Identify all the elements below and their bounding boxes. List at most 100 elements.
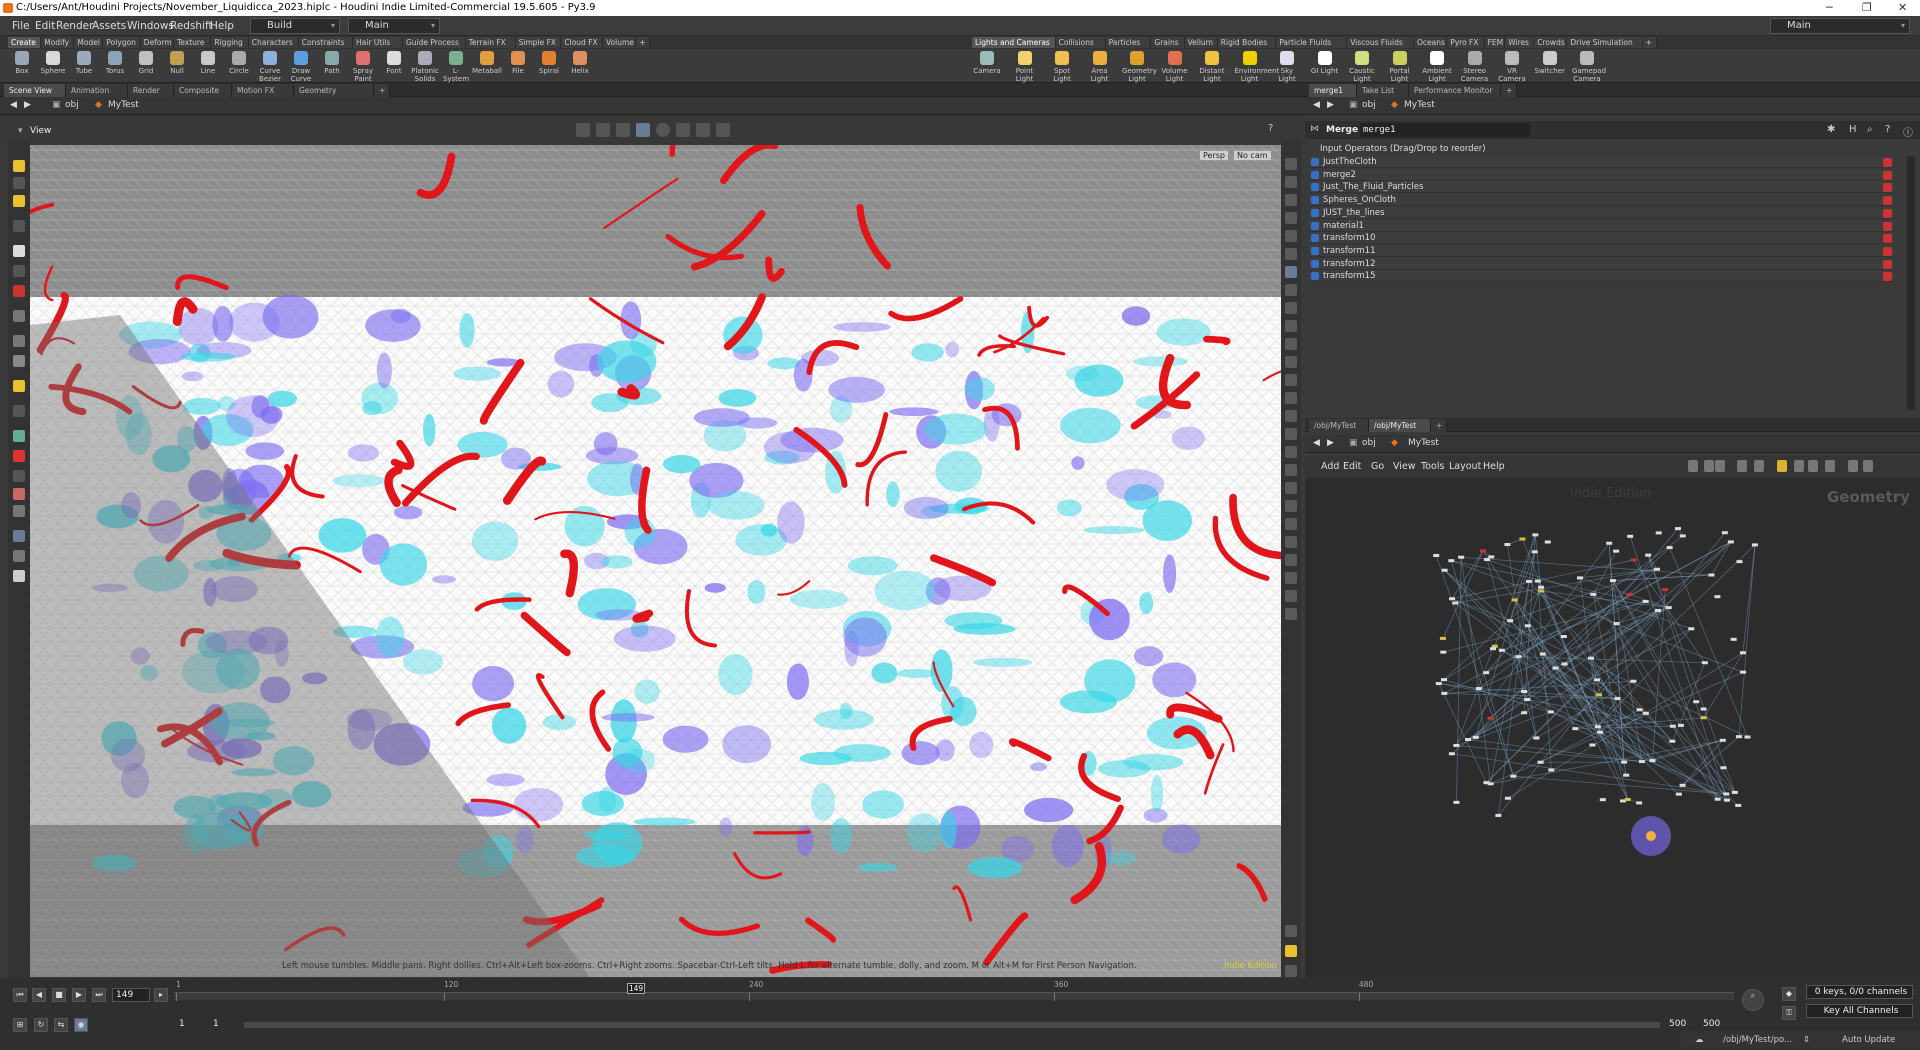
network-node[interactable] xyxy=(1642,599,1649,603)
shelf-tab-drive-simulation[interactable]: Drive Simulation xyxy=(1567,37,1643,48)
forward-icon[interactable]: ▶ xyxy=(1327,438,1334,448)
main-dropdown[interactable]: Main ▾ xyxy=(1770,18,1910,34)
network-node[interactable] xyxy=(1727,540,1734,544)
network-menu-view[interactable]: View xyxy=(1393,461,1416,472)
network-node[interactable] xyxy=(1547,710,1554,714)
input-row[interactable]: Just_The_Fluid_Particles xyxy=(1309,181,1894,194)
network-node[interactable] xyxy=(1560,635,1567,639)
network-node[interactable] xyxy=(1548,768,1555,772)
network-node[interactable] xyxy=(1525,579,1532,583)
add-tab-button[interactable]: + xyxy=(1431,419,1447,432)
path-mytest[interactable]: MyTest xyxy=(1404,100,1435,110)
shelf-tab-pyro-fx[interactable]: Pyro FX xyxy=(1447,37,1485,48)
keyframe-icon[interactable]: ◆ xyxy=(1782,987,1796,1001)
current-frame-field[interactable]: 149 xyxy=(112,988,150,1002)
network-node[interactable] xyxy=(1519,537,1526,541)
minimize-button[interactable]: ─ xyxy=(1826,0,1833,16)
remove-input-icon[interactable] xyxy=(1883,170,1892,180)
tool-area-light[interactable]: Area Light xyxy=(1085,51,1115,83)
network-node[interactable] xyxy=(1662,588,1669,592)
display-option-icon[interactable] xyxy=(1285,212,1297,224)
network-node[interactable] xyxy=(1751,543,1758,547)
tool-torus[interactable]: Torus xyxy=(100,51,130,75)
network-node[interactable] xyxy=(1655,531,1662,535)
network-node[interactable] xyxy=(1483,671,1490,675)
tab-animation-editor[interactable]: Animation Editor xyxy=(66,84,128,108)
shelf-tab-terrain-fx[interactable]: Terrain FX xyxy=(465,37,516,48)
add-shelf-tab-button[interactable]: + xyxy=(636,37,651,48)
tool-sky-light[interactable]: Sky Light xyxy=(1272,51,1302,83)
menu-file[interactable]: File xyxy=(12,20,30,32)
shelf-tab-hair-utils[interactable]: Hair Utils xyxy=(353,37,403,48)
display-option-icon[interactable] xyxy=(1285,356,1297,368)
network-node[interactable] xyxy=(1679,534,1686,538)
remove-input-icon[interactable] xyxy=(1883,221,1892,231)
network-node[interactable] xyxy=(1666,546,1673,550)
remove-input-icon[interactable] xyxy=(1883,158,1892,167)
loop-icon[interactable]: ↻ xyxy=(34,1018,48,1032)
network-node[interactable] xyxy=(1744,735,1751,739)
network-menu-help[interactable]: Help xyxy=(1483,461,1505,472)
display-option-icon[interactable] xyxy=(1285,554,1297,566)
network-node[interactable] xyxy=(1458,555,1465,559)
path-mytest[interactable]: MyTest xyxy=(1408,438,1439,448)
network-node[interactable] xyxy=(1642,711,1649,715)
display-option-icon[interactable] xyxy=(1285,608,1297,620)
tool-spot-light[interactable]: Spot Light xyxy=(1047,51,1077,83)
scene-viewport[interactable]: Persp No cam xyxy=(30,145,1281,977)
tool-tube[interactable]: Tube xyxy=(69,51,99,75)
viewport-tool-icon[interactable] xyxy=(13,220,25,232)
viewport-tool-icon[interactable] xyxy=(13,430,25,442)
network-node[interactable] xyxy=(1630,558,1637,562)
add-tab-button[interactable]: + xyxy=(374,84,390,97)
menu-redshift[interactable]: Redshift xyxy=(170,20,213,32)
display-option-icon[interactable] xyxy=(1285,925,1297,937)
network-node[interactable] xyxy=(1677,723,1684,727)
key-all-channels-button[interactable]: Key All Channels xyxy=(1806,1004,1913,1018)
shelf-tab-volume[interactable]: Volume xyxy=(603,37,637,48)
network-node[interactable] xyxy=(1590,592,1597,596)
shelf-tab-particle-fluids[interactable]: Particle Fluids xyxy=(1276,37,1348,48)
tool-null[interactable]: Null xyxy=(162,51,192,75)
display-option-icon[interactable] xyxy=(1285,482,1297,494)
tool-helix[interactable]: Helix xyxy=(565,51,595,75)
tab-merge1[interactable]: merge1 xyxy=(1309,84,1357,97)
back-icon[interactable]: ◀ xyxy=(1313,100,1320,110)
dropdown-icon[interactable]: ⇕ xyxy=(1803,1035,1810,1045)
network-node[interactable] xyxy=(1626,592,1633,596)
network-tool-icon[interactable] xyxy=(1754,460,1764,472)
shelf-tab-rigging[interactable]: Rigging xyxy=(211,37,249,48)
tool-camera[interactable]: Camera xyxy=(972,51,1002,75)
network-node[interactable] xyxy=(1723,798,1730,802)
viewport-tool-icon[interactable] xyxy=(13,570,25,582)
network-node[interactable] xyxy=(1708,573,1715,577)
fps-icon[interactable]: ◉ xyxy=(74,1018,88,1032)
shelf-tab-polygon[interactable]: Polygon xyxy=(103,37,141,48)
menu-render[interactable]: Render xyxy=(56,20,93,32)
network-node[interactable] xyxy=(1735,803,1742,807)
network-node[interactable] xyxy=(1498,648,1505,652)
shelf-tab-model[interactable]: Model xyxy=(74,37,104,48)
tool-distant-light[interactable]: Distant Light xyxy=(1197,51,1227,83)
network-node[interactable] xyxy=(1614,697,1621,701)
tab-obj-mytest[interactable]: /obj/MyTest xyxy=(1309,419,1369,432)
tab-geometry-spreadsheet[interactable]: Geometry Spreadsheet xyxy=(294,84,374,108)
network-node[interactable] xyxy=(1736,735,1743,739)
viewport-tool-icon[interactable] xyxy=(13,470,25,482)
network-node[interactable] xyxy=(1453,800,1460,804)
display-option-icon[interactable] xyxy=(1285,572,1297,584)
shelf-tab-vellum[interactable]: Vellum xyxy=(1184,37,1218,48)
display-option-icon[interactable] xyxy=(1285,464,1297,476)
tool-line[interactable]: Line xyxy=(193,51,223,75)
tool-l-system[interactable]: L-System xyxy=(441,51,471,83)
tool-switcher[interactable]: Switcher xyxy=(1535,51,1565,75)
viewport-tool-icon[interactable] xyxy=(13,355,25,367)
network-node[interactable] xyxy=(1593,678,1600,682)
display-option-icon[interactable] xyxy=(1285,248,1297,260)
display-option-icon[interactable] xyxy=(1285,338,1297,350)
viewport-tool-icon[interactable] xyxy=(13,265,25,277)
network-node[interactable] xyxy=(1597,730,1604,734)
network-node[interactable] xyxy=(1576,576,1583,580)
network-node[interactable] xyxy=(1669,724,1676,728)
network-tool-icon[interactable] xyxy=(1715,460,1725,472)
